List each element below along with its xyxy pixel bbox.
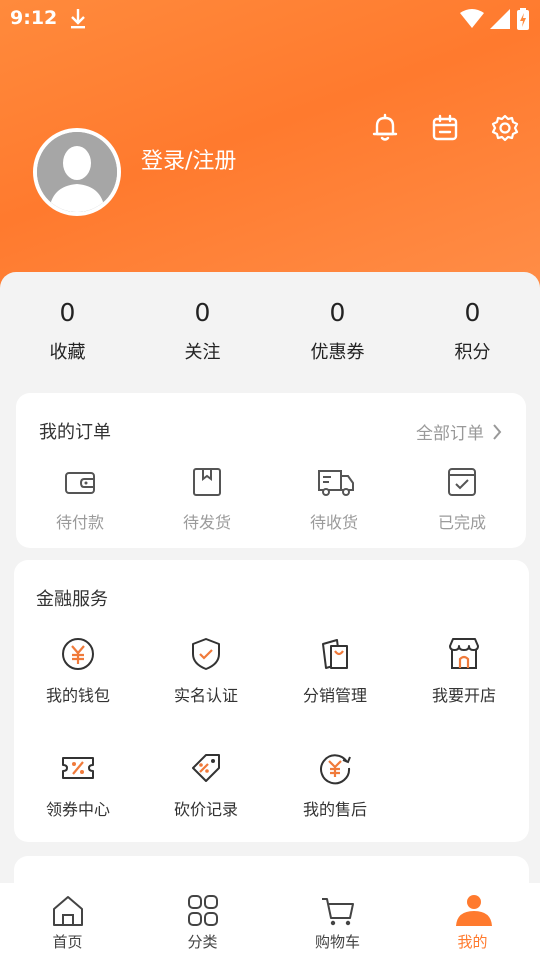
box-icon bbox=[193, 468, 221, 496]
stat-label: 关注 bbox=[184, 342, 221, 363]
home-icon bbox=[52, 896, 83, 926]
yuan-icon bbox=[62, 638, 94, 670]
orders-title: 我的订单 bbox=[39, 422, 111, 443]
login-register-link[interactable]: 登录/注册 bbox=[141, 143, 236, 175]
all-orders-link[interactable]: 全部订单 bbox=[416, 419, 502, 444]
stats-row: 0 收藏 0 关注 0 优惠券 0 积分 bbox=[0, 296, 540, 364]
stat-label: 收藏 bbox=[49, 342, 86, 363]
shield-check-icon bbox=[192, 638, 220, 670]
tab-home[interactable]: 首页 bbox=[0, 883, 135, 960]
open-store-item[interactable]: 我要开店 bbox=[409, 636, 519, 706]
wifi-icon bbox=[460, 9, 484, 28]
status-time: 9:12 bbox=[10, 7, 58, 29]
stat-following[interactable]: 0 关注 bbox=[135, 296, 270, 364]
order-label: 已完成 bbox=[437, 513, 486, 532]
profile-header: 9:12 登录/注册 bbox=[0, 0, 540, 300]
coupon-center-item[interactable]: 领券中心 bbox=[23, 750, 133, 820]
store-icon bbox=[449, 638, 479, 669]
stat-value: 0 bbox=[464, 298, 481, 327]
default-avatar-icon bbox=[37, 132, 117, 212]
finance-item-label: 实名认证 bbox=[173, 686, 238, 705]
chevron-right-icon bbox=[493, 423, 502, 440]
battery-icon bbox=[517, 8, 529, 30]
tab-cart[interactable]: 购物车 bbox=[270, 883, 405, 960]
stat-coupons[interactable]: 0 优惠券 bbox=[270, 296, 405, 364]
my-wallet-item[interactable]: 我的钱包 bbox=[23, 636, 133, 706]
finance-title: 金融服务 bbox=[36, 589, 108, 610]
stat-value: 0 bbox=[59, 298, 76, 327]
order-pending-shipment[interactable]: 待发货 bbox=[161, 465, 253, 533]
grid-icon bbox=[187, 895, 218, 926]
stat-value: 0 bbox=[194, 298, 211, 327]
finance-item-label: 分销管理 bbox=[302, 686, 367, 705]
settings-gear-icon[interactable] bbox=[490, 113, 520, 143]
bottom-tab-bar: 首页 分类 购物车 我的 bbox=[0, 883, 540, 960]
calendar-checkin-icon[interactable] bbox=[430, 113, 460, 143]
finance-item-label: 我的售后 bbox=[302, 800, 367, 819]
real-name-auth-item[interactable]: 实名认证 bbox=[151, 636, 261, 706]
order-completed[interactable]: 已完成 bbox=[416, 465, 508, 533]
notification-bell-icon[interactable] bbox=[370, 113, 400, 143]
status-bar: 9:12 bbox=[0, 0, 540, 38]
truck-icon bbox=[318, 470, 354, 496]
download-icon bbox=[71, 9, 85, 29]
stat-value: 0 bbox=[329, 298, 346, 327]
bargain-record-item[interactable]: 砍价记录 bbox=[151, 750, 261, 820]
coupon-icon bbox=[62, 757, 94, 779]
done-icon bbox=[448, 468, 476, 496]
person-icon bbox=[455, 895, 492, 926]
tab-category[interactable]: 分类 bbox=[135, 883, 270, 960]
distribution-mgmt-item[interactable]: 分销管理 bbox=[280, 636, 390, 706]
tab-label: 分类 bbox=[187, 933, 218, 951]
stat-points[interactable]: 0 积分 bbox=[405, 296, 540, 364]
tab-mine[interactable]: 我的 bbox=[405, 883, 540, 960]
finance-item-label: 我的钱包 bbox=[45, 686, 110, 705]
price-tag-icon bbox=[192, 754, 220, 782]
refund-icon bbox=[320, 754, 351, 785]
tab-label: 首页 bbox=[52, 933, 83, 951]
finance-item-label: 领券中心 bbox=[45, 800, 110, 819]
my-orders-card: 我的订单 全部订单 待付款 待发货 待收货 已完成 bbox=[16, 393, 526, 548]
avatar[interactable] bbox=[33, 128, 121, 216]
bags-icon bbox=[322, 639, 348, 669]
finance-item-label: 我要开店 bbox=[431, 686, 496, 705]
order-pending-payment[interactable]: 待付款 bbox=[34, 465, 126, 533]
stat-label: 优惠券 bbox=[310, 342, 365, 363]
signal-icon bbox=[490, 9, 510, 29]
finance-item-label: 砍价记录 bbox=[173, 800, 238, 819]
cart-icon bbox=[321, 898, 354, 926]
stat-favorites[interactable]: 0 收藏 bbox=[0, 296, 135, 364]
financial-services-card: 金融服务 我的钱包 实名认证 分销管理 我要开店 领券中心 砍价记录 我的售后 bbox=[14, 560, 529, 842]
all-orders-label: 全部订单 bbox=[416, 424, 484, 444]
tab-label: 我的 bbox=[457, 933, 488, 951]
order-label: 待收货 bbox=[309, 513, 358, 532]
after-sales-item[interactable]: 我的售后 bbox=[280, 750, 390, 820]
wallet-icon bbox=[65, 472, 95, 494]
tab-label: 购物车 bbox=[314, 933, 360, 951]
order-label: 待付款 bbox=[55, 513, 104, 532]
stat-label: 积分 bbox=[454, 342, 491, 363]
order-label: 待发货 bbox=[182, 513, 231, 532]
order-pending-receipt[interactable]: 待收货 bbox=[288, 465, 380, 533]
